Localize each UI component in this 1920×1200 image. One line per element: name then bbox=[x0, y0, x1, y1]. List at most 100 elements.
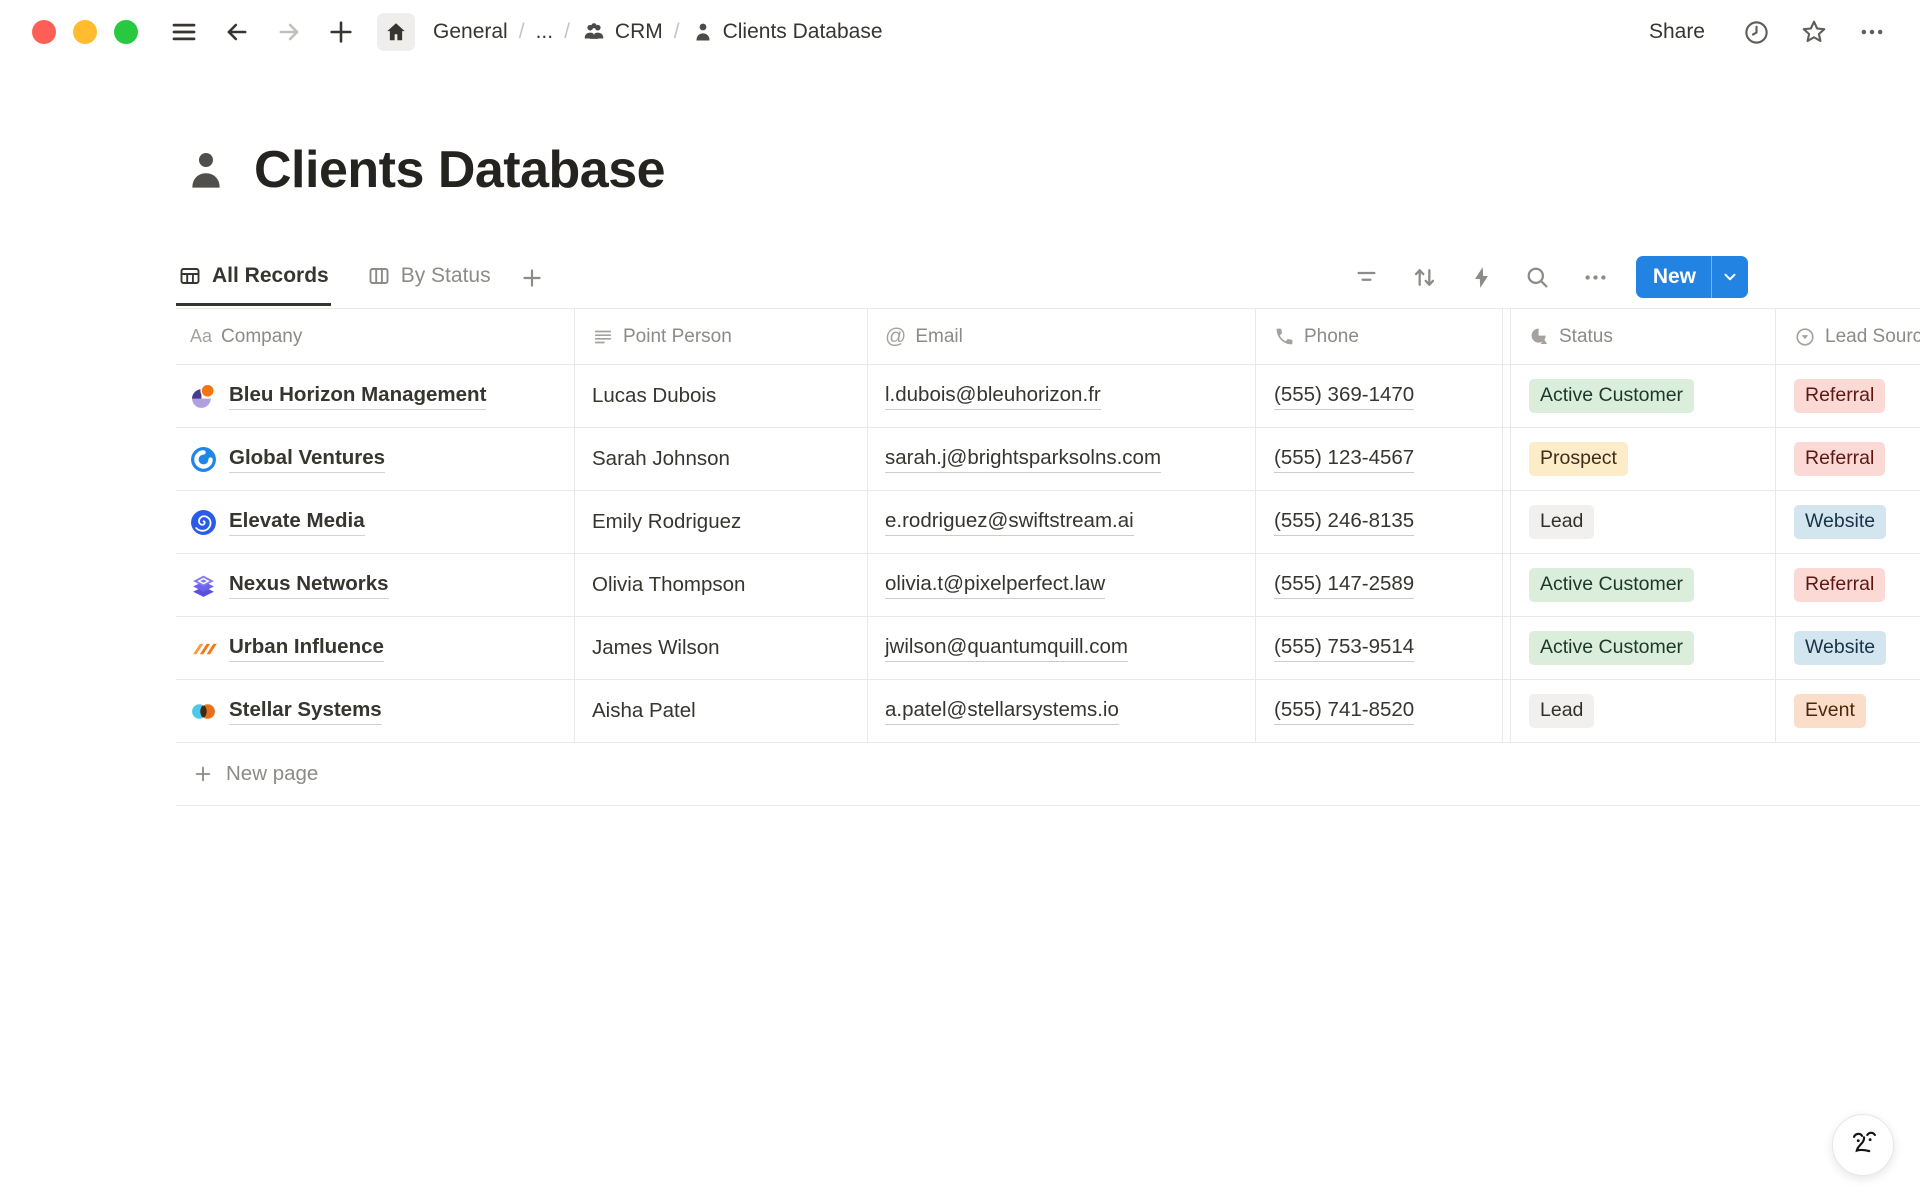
email-cell[interactable]: l.dubois@bleuhorizon.fr bbox=[868, 365, 1256, 427]
phone-link[interactable]: (555) 147-2589 bbox=[1274, 572, 1414, 599]
phone-link[interactable]: (555) 741-8520 bbox=[1274, 698, 1414, 725]
status-cell[interactable]: Lead bbox=[1511, 680, 1776, 742]
lead-source-cell[interactable]: Referral bbox=[1776, 428, 1920, 490]
star-favorite-icon[interactable] bbox=[1800, 18, 1828, 46]
person-icon[interactable] bbox=[182, 146, 230, 194]
phone-cell[interactable]: (555) 369-1470 bbox=[1256, 365, 1503, 427]
lead-source-cell[interactable]: Referral bbox=[1776, 554, 1920, 616]
company-cell[interactable]: Urban Influence bbox=[176, 617, 575, 679]
column-header-status[interactable]: Status bbox=[1511, 309, 1776, 364]
more-options-icon[interactable] bbox=[1858, 18, 1886, 46]
status-cell[interactable]: Lead bbox=[1511, 491, 1776, 553]
lead-source-badge[interactable]: Referral bbox=[1794, 379, 1885, 412]
filter-icon[interactable] bbox=[1353, 264, 1380, 291]
company-cell[interactable]: Global Ventures bbox=[176, 428, 575, 490]
company-cell[interactable]: Stellar Systems bbox=[176, 680, 575, 742]
phone-link[interactable]: (555) 753-9514 bbox=[1274, 635, 1414, 662]
lead-source-badge[interactable]: Referral bbox=[1794, 442, 1885, 475]
phone-link[interactable]: (555) 246-8135 bbox=[1274, 509, 1414, 536]
email-cell[interactable]: olivia.t@pixelperfect.law bbox=[868, 554, 1256, 616]
status-badge[interactable]: Active Customer bbox=[1529, 568, 1694, 601]
search-icon[interactable] bbox=[1524, 264, 1551, 291]
email-cell[interactable]: a.patel@stellarsystems.io bbox=[868, 680, 1256, 742]
tab-by-status[interactable]: By Status bbox=[365, 264, 493, 306]
home-icon[interactable] bbox=[377, 13, 415, 51]
back-icon[interactable] bbox=[223, 18, 251, 46]
lead-source-badge[interactable]: Event bbox=[1794, 694, 1866, 727]
column-header-company[interactable]: Aa Company bbox=[176, 309, 575, 364]
email-link[interactable]: a.patel@stellarsystems.io bbox=[885, 698, 1119, 725]
email-link[interactable]: e.rodriguez@swiftstream.ai bbox=[885, 509, 1134, 536]
company-page-link[interactable]: Global Ventures bbox=[229, 446, 385, 473]
status-cell[interactable]: Prospect bbox=[1511, 428, 1776, 490]
email-link[interactable]: olivia.t@pixelperfect.law bbox=[885, 572, 1105, 599]
close-window-button[interactable] bbox=[32, 20, 56, 44]
minimize-window-button[interactable] bbox=[73, 20, 97, 44]
status-cell[interactable]: Active Customer bbox=[1511, 554, 1776, 616]
company-page-link[interactable]: Urban Influence bbox=[229, 635, 384, 662]
breadcrumb-item-clients-database[interactable]: Clients Database bbox=[685, 18, 889, 46]
phone-link[interactable]: (555) 123-4567 bbox=[1274, 446, 1414, 473]
share-button[interactable]: Share bbox=[1641, 16, 1713, 48]
phone-cell[interactable]: (555) 147-2589 bbox=[1256, 554, 1503, 616]
point-person-cell[interactable]: Lucas Dubois bbox=[575, 365, 868, 427]
new-page-row[interactable]: New page bbox=[176, 743, 1920, 806]
phone-cell[interactable]: (555) 246-8135 bbox=[1256, 491, 1503, 553]
email-link[interactable]: jwilson@quantumquill.com bbox=[885, 635, 1128, 662]
forward-icon[interactable] bbox=[275, 18, 303, 46]
lightning-icon[interactable] bbox=[1469, 265, 1494, 290]
company-cell[interactable]: Bleu Horizon Management bbox=[176, 365, 575, 427]
email-link[interactable]: sarah.j@brightsparksolns.com bbox=[885, 446, 1161, 473]
company-page-link[interactable]: Nexus Networks bbox=[229, 572, 389, 599]
phone-cell[interactable]: (555) 741-8520 bbox=[1256, 680, 1503, 742]
lead-source-cell[interactable]: Website bbox=[1776, 617, 1920, 679]
lead-source-badge[interactable]: Referral bbox=[1794, 568, 1885, 601]
status-cell[interactable]: Active Customer bbox=[1511, 365, 1776, 427]
lead-source-cell[interactable]: Website bbox=[1776, 491, 1920, 553]
lead-source-badge[interactable]: Website bbox=[1794, 505, 1886, 538]
sort-icon[interactable] bbox=[1410, 263, 1439, 292]
company-cell[interactable]: Nexus Networks bbox=[176, 554, 575, 616]
breadcrumb-ellipsis[interactable]: ... bbox=[530, 18, 560, 46]
company-page-link[interactable]: Stellar Systems bbox=[229, 698, 382, 725]
email-cell[interactable]: e.rodriguez@swiftstream.ai bbox=[868, 491, 1256, 553]
email-link[interactable]: l.dubois@bleuhorizon.fr bbox=[885, 383, 1101, 410]
tab-all-records[interactable]: All Records bbox=[176, 264, 331, 306]
company-page-link[interactable]: Bleu Horizon Management bbox=[229, 383, 486, 410]
point-person-cell[interactable]: Olivia Thompson bbox=[575, 554, 868, 616]
status-badge[interactable]: Active Customer bbox=[1529, 379, 1694, 412]
status-badge[interactable]: Active Customer bbox=[1529, 631, 1694, 664]
phone-cell[interactable]: (555) 123-4567 bbox=[1256, 428, 1503, 490]
point-person-cell[interactable]: Aisha Patel bbox=[575, 680, 868, 742]
chevron-down-icon[interactable] bbox=[1712, 256, 1748, 298]
email-cell[interactable]: jwilson@quantumquill.com bbox=[868, 617, 1256, 679]
view-more-options-icon[interactable] bbox=[1581, 263, 1610, 292]
column-header-email[interactable]: @ Email bbox=[868, 309, 1256, 364]
add-view-icon[interactable] bbox=[519, 265, 545, 306]
lead-source-cell[interactable]: Event bbox=[1776, 680, 1920, 742]
status-badge[interactable]: Lead bbox=[1529, 694, 1594, 727]
company-cell[interactable]: Elevate Media bbox=[176, 491, 575, 553]
column-header-point-person[interactable]: Point Person bbox=[575, 309, 868, 364]
phone-cell[interactable]: (555) 753-9514 bbox=[1256, 617, 1503, 679]
point-person-cell[interactable]: Sarah Johnson bbox=[575, 428, 868, 490]
column-header-phone[interactable]: Phone bbox=[1256, 309, 1503, 364]
breadcrumb-item-crm[interactable]: CRM bbox=[575, 17, 669, 47]
point-person-cell[interactable]: James Wilson bbox=[575, 617, 868, 679]
zoom-window-button[interactable] bbox=[114, 20, 138, 44]
point-person-cell[interactable]: Emily Rodriguez bbox=[575, 491, 868, 553]
status-badge[interactable]: Lead bbox=[1529, 505, 1594, 538]
sidebar-menu-icon[interactable] bbox=[169, 17, 199, 47]
status-badge[interactable]: Prospect bbox=[1529, 442, 1628, 475]
status-cell[interactable]: Active Customer bbox=[1511, 617, 1776, 679]
new-record-button[interactable]: New bbox=[1636, 256, 1748, 298]
column-header-lead-source[interactable]: Lead Source bbox=[1776, 309, 1920, 364]
notion-ai-button[interactable] bbox=[1832, 1114, 1894, 1176]
new-tab-icon[interactable] bbox=[327, 18, 355, 46]
company-page-link[interactable]: Elevate Media bbox=[229, 509, 365, 536]
email-cell[interactable]: sarah.j@brightsparksolns.com bbox=[868, 428, 1256, 490]
lead-source-badge[interactable]: Website bbox=[1794, 631, 1886, 664]
clock-history-icon[interactable] bbox=[1743, 19, 1770, 46]
lead-source-cell[interactable]: Referral bbox=[1776, 365, 1920, 427]
breadcrumb-item-general[interactable]: General bbox=[427, 18, 514, 46]
